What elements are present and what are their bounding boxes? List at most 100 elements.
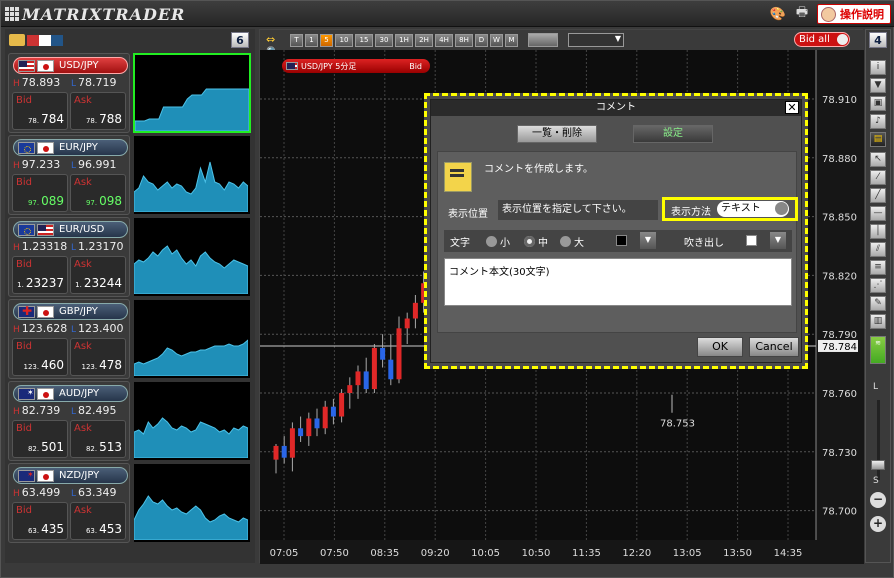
bell-icon[interactable]: ♪	[870, 114, 886, 129]
ask-button[interactable]: Ask 82. 513	[70, 420, 126, 458]
bid-button[interactable]: Bid 1. 23237	[12, 256, 68, 294]
trend-line-icon[interactable]: ⁄	[870, 170, 886, 185]
bid-label: Bid	[16, 177, 32, 188]
us-flag-icon	[18, 59, 35, 72]
timeframe-5[interactable]: 5	[320, 33, 333, 47]
bid-button[interactable]: Bid 123. 460	[12, 338, 68, 376]
pair-name: EUR/JPY	[59, 142, 98, 153]
pair-tab[interactable]: GBP/JPY	[13, 303, 128, 320]
cursor-icon[interactable]: ↖	[870, 152, 886, 167]
bid-button[interactable]: Bid 82. 501	[12, 420, 68, 458]
pair-info-card[interactable]: EUR/USD H 1.23318 L 1.23170 Bid 1. 23237 Ask 1. 23…	[8, 217, 130, 297]
bid-all-toggle[interactable]: Bid all	[794, 32, 850, 47]
fibonacci-icon[interactable]: ≡	[870, 260, 886, 275]
zoom-search-icon[interactable]: ⇔🔍	[266, 33, 288, 59]
zoom-in-icon[interactable]: +	[870, 516, 886, 532]
sparkline-area	[133, 495, 249, 541]
pair-tab[interactable]: USD/JPY	[13, 57, 128, 74]
tab-list-delete[interactable]: 一覧・削除	[517, 125, 597, 143]
comment-tool-icon[interactable]: ▤	[870, 132, 886, 147]
cancel-button[interactable]: Cancel	[749, 337, 799, 357]
pair-info-card[interactable]: AUD/JPYH82.739L82.495Bid82.501Ask82.513	[8, 381, 130, 461]
ask-button[interactable]: Ask 97. 098	[70, 174, 126, 212]
ask-button[interactable]: Ask 78. 788	[70, 92, 126, 130]
tab-settings[interactable]: 設定	[633, 125, 713, 143]
pair-info-card[interactable]: NZD/JPYH63.499L63.349Bid63.435Ask63.453	[8, 463, 130, 543]
zoom-slider-thumb[interactable]	[871, 460, 885, 470]
chart-type-button[interactable]	[528, 33, 558, 47]
indicator-icon[interactable]: ▼	[870, 78, 886, 93]
vertical-line-icon[interactable]: │	[870, 224, 886, 239]
timeframe-1[interactable]: 1	[305, 33, 318, 47]
drawing-settings-icon[interactable]: ≋	[870, 336, 886, 364]
print-icon[interactable]: 🖶	[793, 5, 811, 23]
mini-chart[interactable]	[133, 217, 251, 297]
pair-info-card[interactable]: EUR/JPY H 97.233 L 96.991 Bid 97. 089 Ask 97. 098	[8, 135, 130, 215]
x-tick-label: 08:35	[370, 548, 399, 559]
timeframe-4h[interactable]: 4H	[435, 33, 453, 47]
pair-row[interactable]: NZD/JPYH63.499L63.349Bid63.435Ask63.453	[5, 463, 255, 543]
bid-button[interactable]: Bid 78. 784	[12, 92, 68, 130]
folder-icon[interactable]	[9, 34, 25, 46]
bid-button[interactable]: Bid 97. 089	[12, 174, 68, 212]
candle-style-dropdown[interactable]	[568, 33, 624, 47]
timeframe-8h[interactable]: 8H	[455, 33, 473, 47]
candle-body	[355, 371, 361, 386]
pair-tab[interactable]: AUD/JPY	[13, 385, 128, 402]
size-medium-radio[interactable]: 中	[524, 234, 548, 249]
timeframe-m[interactable]: M	[505, 33, 518, 47]
mini-chart[interactable]	[133, 299, 251, 379]
palette-icon[interactable]: 🎨	[769, 5, 787, 23]
timeframe-30[interactable]: 30	[375, 33, 393, 47]
text-color-swatch[interactable]	[616, 235, 627, 246]
ok-button[interactable]: OK	[697, 337, 743, 357]
horizontal-line-icon[interactable]: —	[870, 206, 886, 221]
bid-button[interactable]: Bid 63. 435	[12, 502, 68, 540]
pair-info-card[interactable]: GBP/JPYH123.628L123.400Bid123.460Ask123.…	[8, 299, 130, 379]
timeframe-t[interactable]: T	[290, 33, 303, 47]
image-icon[interactable]: ▣	[870, 96, 886, 111]
mini-chart[interactable]	[133, 135, 251, 215]
pair-tab[interactable]: EUR/JPY	[13, 139, 128, 156]
timeframe-1h[interactable]: 1H	[395, 33, 413, 47]
trash-icon[interactable]: ▥	[870, 314, 886, 329]
text-color-dropdown[interactable]: ▼	[640, 232, 656, 249]
timeframe-2h[interactable]: 2H	[415, 33, 433, 47]
pair-row[interactable]: EUR/USD H 1.23318 L 1.23170 Bid 1. 23237 Ask 1. 23…	[5, 217, 255, 297]
display-method-toggle[interactable]: テキスト	[717, 201, 789, 217]
ask-button[interactable]: Ask 63. 453	[70, 502, 126, 540]
size-small-radio[interactable]: 小	[486, 234, 510, 249]
pair-info-card[interactable]: USD/JPY H 78.893 L 78.719 Bid 78. 784 Ask 78. 788	[8, 53, 130, 133]
manual-button[interactable]: 操作説明	[817, 4, 891, 24]
timeframe-w[interactable]: W	[490, 33, 503, 47]
size-large-radio[interactable]: 大	[560, 234, 584, 249]
mini-chart[interactable]	[133, 53, 251, 133]
pair-row[interactable]: EUR/JPY H 97.233 L 96.991 Bid 97. 089 Ask 97. 098	[5, 135, 255, 215]
pair-count-badge[interactable]: 6	[231, 32, 249, 48]
pair-row[interactable]: GBP/JPYH123.628L123.400Bid123.460Ask123.…	[5, 299, 255, 379]
pair-tab[interactable]: EUR/USD	[13, 221, 128, 238]
currency-flags-icon[interactable]	[27, 35, 63, 46]
info-icon[interactable]: i	[870, 60, 886, 75]
ask-button[interactable]: Ask 1. 23244	[70, 256, 126, 294]
close-icon[interactable]: ✕	[785, 101, 799, 114]
pair-tab[interactable]: NZD/JPY	[13, 467, 128, 484]
fan-icon[interactable]: ⋰	[870, 278, 886, 293]
pen-icon[interactable]: ✎	[870, 296, 886, 311]
position-field[interactable]: 表示位置を指定して下さい。	[498, 200, 658, 220]
timeframe-d[interactable]: D	[475, 33, 488, 47]
timeframe-10[interactable]: 10	[335, 33, 353, 47]
balloon-color-dropdown[interactable]: ▼	[770, 232, 786, 249]
timeframe-15[interactable]: 15	[355, 33, 373, 47]
pair-row[interactable]: USD/JPY H 78.893 L 78.719 Bid 78. 784 Ask 78. 788	[5, 53, 255, 133]
drawing-count-badge[interactable]: 4	[869, 32, 887, 48]
mini-chart[interactable]	[133, 381, 251, 461]
line-icon[interactable]: ╱	[870, 188, 886, 203]
ask-button[interactable]: Ask 123. 478	[70, 338, 126, 376]
pair-row[interactable]: AUD/JPYH82.739L82.495Bid82.501Ask82.513	[5, 381, 255, 461]
mini-chart[interactable]	[133, 463, 251, 543]
channel-icon[interactable]: ⫽	[870, 242, 886, 257]
comment-text-input[interactable]: コメント本文(30文字)	[444, 258, 792, 306]
balloon-color-swatch[interactable]	[746, 235, 757, 246]
zoom-out-icon[interactable]: −	[870, 492, 886, 508]
